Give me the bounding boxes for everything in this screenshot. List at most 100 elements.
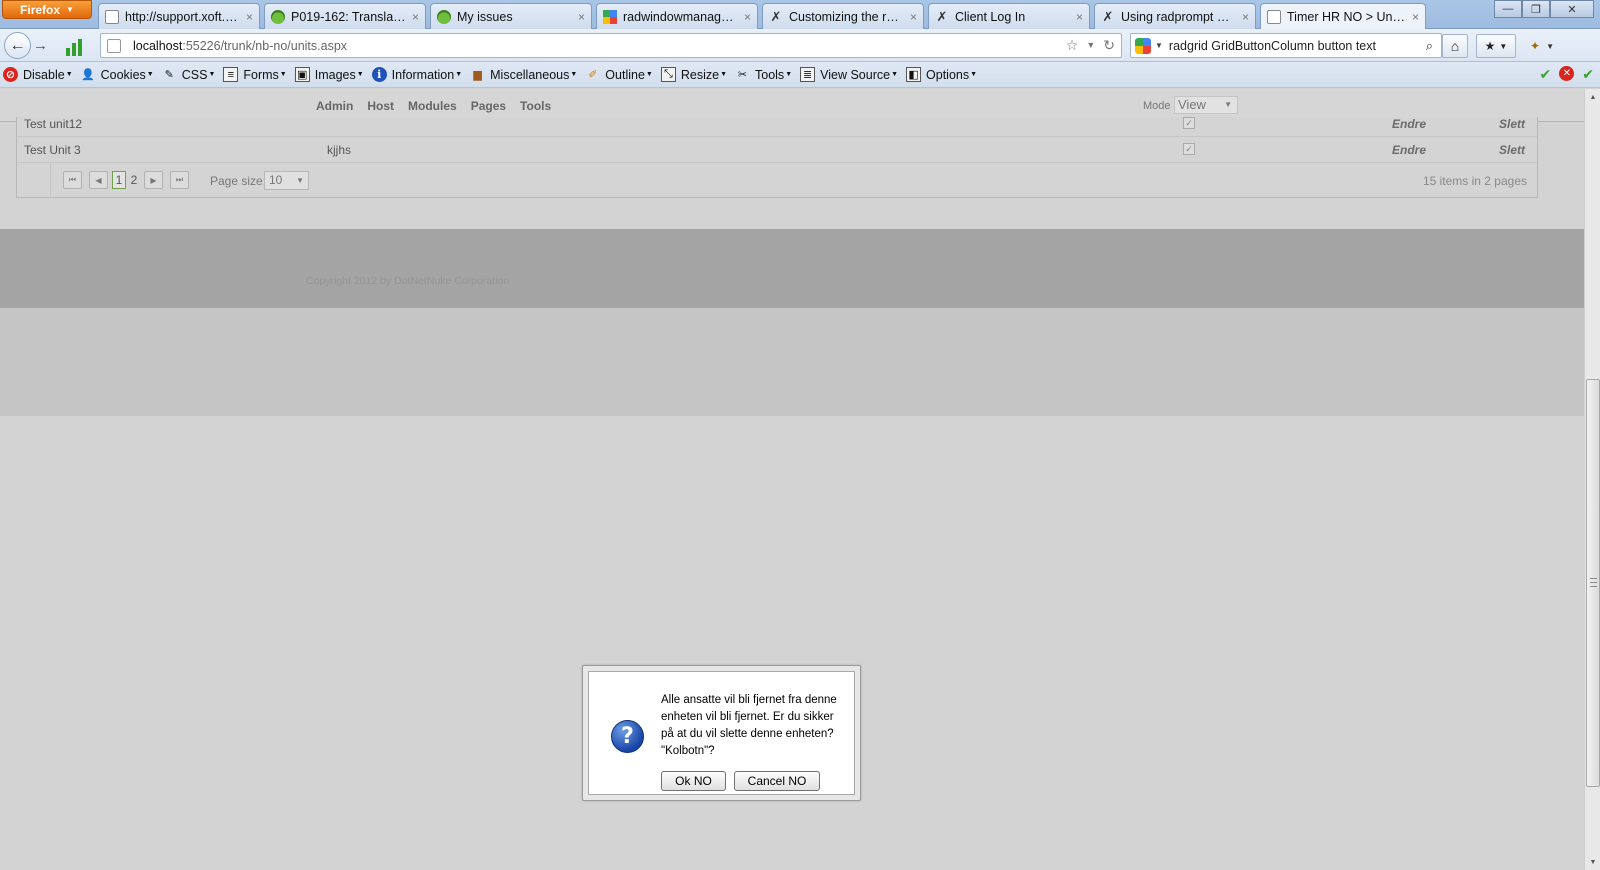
close-icon[interactable]: × (246, 10, 253, 24)
minimize-icon[interactable]: — (1494, 0, 1522, 18)
devtool-miscellaneous[interactable]: ▆ Miscellaneous ▼ (470, 67, 577, 82)
close-icon[interactable]: × (1076, 10, 1083, 24)
checkmark-icon[interactable]: ✔ (1582, 66, 1594, 83)
scrollbar-thumb[interactable] (1586, 379, 1600, 787)
tab-customizing[interactable]: ✗ Customizing the radc... × (762, 3, 924, 29)
devtool-resize[interactable]: ⤡ Resize ▼ (660, 67, 727, 82)
miscellaneous-icon: ▆ (473, 69, 482, 81)
edit-link[interactable]: Endre (1392, 143, 1426, 157)
tab-my-issues[interactable]: My issues × (430, 3, 592, 29)
pager-spacer (17, 164, 51, 196)
stats-icon[interactable] (66, 36, 90, 56)
edit-link[interactable]: Endre (1392, 117, 1426, 131)
last-page-icon: ⏭ (175, 175, 184, 184)
chevron-down-icon: ▼ (1546, 41, 1554, 51)
scroll-down-icon[interactable]: ▼ (1585, 854, 1600, 870)
checkmark-icon[interactable]: ✔ (1540, 66, 1552, 83)
devtool-forms[interactable]: ≡ Forms ▼ (223, 67, 287, 82)
close-icon[interactable]: × (744, 10, 751, 24)
page-icon (107, 38, 121, 53)
chevron-down-icon[interactable]: ▼ (1155, 41, 1163, 50)
firefox-menu-button[interactable]: Firefox ▼ (2, 0, 92, 19)
devtool-view-source[interactable]: ≣ View Source ▼ (800, 67, 898, 82)
forward-button[interactable]: → (33, 37, 48, 54)
page-number-1[interactable]: 1 (112, 171, 126, 189)
tab-timer-hr-units[interactable]: Timer HR NO > Units ... × (1260, 3, 1426, 30)
frog-icon (271, 9, 285, 24)
maximize-icon[interactable]: ❐ (1522, 0, 1550, 18)
page-size-select[interactable]: 10 ▼ (264, 171, 309, 190)
chevron-down-icon: ▼ (296, 176, 304, 185)
scroll-up-icon[interactable]: ▲ (1585, 89, 1600, 105)
vertical-scrollbar[interactable]: ▲ ▼ (1584, 89, 1600, 870)
devtool-label: Outline (605, 67, 645, 82)
close-icon[interactable]: × (578, 10, 585, 24)
tab-support-xoft[interactable]: http://support.xoft.no/ × (98, 3, 260, 29)
close-window-icon[interactable]: ✕ (1550, 0, 1594, 18)
devtool-disable[interactable]: ⊘ Disable ▼ (3, 67, 73, 82)
devtool-css[interactable]: ✎ CSS ▼ (162, 67, 216, 82)
tab-label: Client Log In (955, 9, 1026, 24)
tab-label: Timer HR NO > Units ... (1287, 10, 1406, 24)
devtool-label: View Source (820, 67, 891, 82)
devtool-label: Miscellaneous (490, 67, 570, 82)
tab-label: Customizing the radc... (789, 9, 904, 24)
close-icon[interactable]: × (412, 10, 419, 24)
next-page-button[interactable]: ▶ (144, 171, 163, 189)
devtool-images[interactable]: ▣ Images ▼ (294, 67, 364, 82)
devtool-label: Options (926, 67, 970, 82)
footer-bottom-band (0, 308, 1584, 416)
home-button[interactable]: ⌂ (1442, 34, 1468, 58)
tab-using-radprompt[interactable]: ✗ Using radprompt and ... × (1094, 3, 1256, 29)
tab-radwindowmanager[interactable]: radwindowmanager c... × (596, 3, 758, 29)
tab-label: P019-162: Translation... (291, 9, 406, 24)
table-row: Test Unit 3 kjjhs ✓ Endre Slett (17, 137, 1537, 163)
prev-page-button[interactable]: ◀ (89, 171, 108, 189)
chevron-down-icon: ▼ (208, 71, 216, 78)
devtool-label: Resize (680, 67, 720, 82)
close-icon[interactable]: × (1242, 10, 1249, 24)
cookie-icon: 👤 (81, 69, 95, 81)
search-bar[interactable]: ▼ radgrid GridButtonColumn button text ⌕ (1130, 33, 1442, 58)
next-page-icon: ▶ (150, 175, 157, 185)
tab-client-log-in[interactable]: ✗ Client Log In × (928, 3, 1090, 29)
back-button[interactable]: ← (4, 32, 31, 59)
chevron-down-icon: ▼ (146, 71, 154, 78)
extension-button[interactable]: ✦ ▼ (1520, 34, 1564, 58)
close-icon[interactable]: × (910, 10, 917, 24)
page-number-2[interactable]: 2 (127, 171, 141, 189)
images-icon: ▣ (294, 67, 310, 82)
close-icon[interactable]: × (1412, 10, 1419, 24)
bookmark-star-icon[interactable]: ☆ (1066, 37, 1079, 54)
last-page-button[interactable]: ⏭ (170, 171, 189, 189)
tab-label: http://support.xoft.no/ (125, 9, 240, 24)
bookmarks-button[interactable]: ★ ▼ (1476, 34, 1516, 58)
search-icon[interactable]: ⌕ (1426, 38, 1433, 54)
error-icon[interactable]: ✕ (1559, 66, 1575, 81)
devtool-cookies[interactable]: 👤 Cookies ▼ (81, 67, 154, 82)
devtool-information[interactable]: i Information ▼ (371, 67, 462, 82)
prev-page-icon: ◀ (95, 175, 102, 185)
chevron-down-icon: ▼ (279, 71, 287, 78)
devtool-tools[interactable]: ✂ Tools ▼ (735, 67, 792, 82)
devtool-options[interactable]: ◧ Options ▼ (906, 67, 977, 82)
delete-link[interactable]: Slett (1499, 143, 1525, 157)
reload-icon[interactable]: ↻ (1103, 37, 1115, 54)
first-page-button[interactable]: ⏮ (63, 171, 82, 189)
tab-label: radwindowmanager c... (623, 9, 738, 24)
search-input[interactable]: radgrid GridButtonColumn button text (1169, 39, 1376, 53)
google-icon[interactable] (1135, 37, 1151, 54)
chevron-down-icon: ▼ (720, 71, 727, 78)
page-icon (105, 9, 119, 24)
chevron-down-icon[interactable]: ▼ (1086, 37, 1095, 54)
url-bar[interactable]: localhost:55226/trunk/nb-no/units.aspx ☆… (100, 33, 1122, 58)
ok-button[interactable]: Ok NO (661, 771, 726, 791)
delete-link[interactable]: Slett (1499, 117, 1525, 131)
active-checkbox: ✓ (1183, 117, 1195, 129)
resize-icon: ⤡ (660, 67, 676, 82)
cancel-button[interactable]: Cancel NO (734, 771, 820, 791)
active-checkbox: ✓ (1183, 143, 1195, 155)
tab-translation[interactable]: P019-162: Translation... × (264, 3, 426, 29)
devtool-outline[interactable]: ✐ Outline ▼ (585, 67, 653, 82)
options-icon: ◧ (906, 67, 922, 82)
